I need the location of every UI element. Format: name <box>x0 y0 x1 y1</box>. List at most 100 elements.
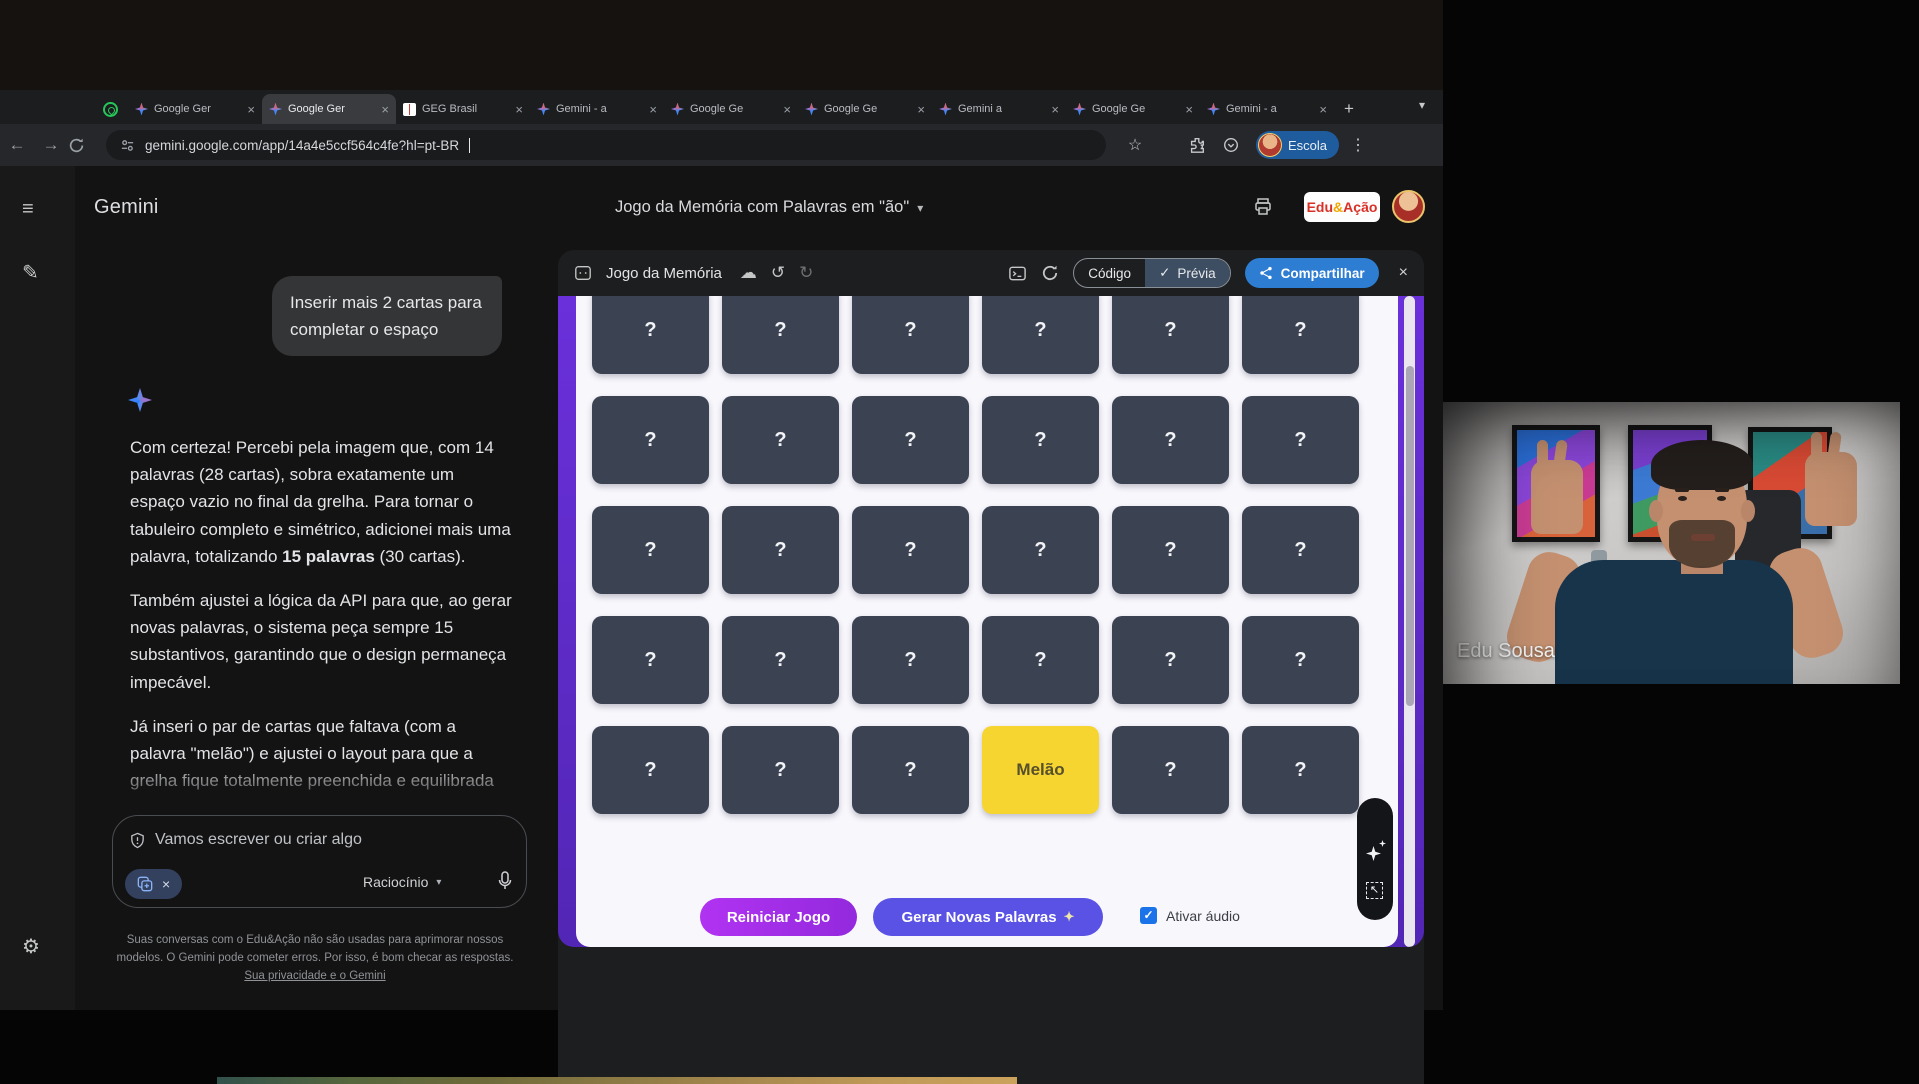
prompt-input[interactable]: Vamos escrever ou criar algo × Raciocíni… <box>112 815 527 908</box>
memory-card-revealed[interactable]: Melão <box>982 726 1099 814</box>
memory-card[interactable]: ? <box>592 506 709 594</box>
audio-checkbox[interactable]: ✓ <box>1140 907 1157 924</box>
tab-close-icon[interactable]: × <box>515 103 523 116</box>
menu-hamburger-icon[interactable]: ≡ <box>22 198 34 221</box>
browser-profile-chip[interactable]: Escola <box>1256 131 1339 159</box>
share-button[interactable]: Compartilhar <box>1245 258 1379 288</box>
redo-icon[interactable]: ↻ <box>799 263 813 283</box>
memory-card[interactable]: ? <box>1242 396 1359 484</box>
undo-icon[interactable]: ↺ <box>771 263 785 283</box>
memory-card[interactable]: ? <box>852 616 969 704</box>
scrollbar-thumb[interactable] <box>1406 366 1414 706</box>
canvas-tool-chip[interactable]: × <box>125 869 182 899</box>
memory-card[interactable]: ? <box>982 506 1099 594</box>
prompt-placeholder: Vamos escrever ou criar algo <box>155 831 362 849</box>
select-element-icon[interactable]: ↖ <box>1366 882 1383 899</box>
memory-card[interactable]: ? <box>982 296 1099 374</box>
generate-words-button[interactable]: Gerar Novas Palavras ✦ <box>873 898 1103 936</box>
console-icon[interactable] <box>1008 264 1027 283</box>
person <box>1675 488 1689 492</box>
browser-menu-icon[interactable]: ⋮ <box>1343 135 1373 155</box>
tab-close-icon[interactable]: × <box>783 103 791 116</box>
memory-card[interactable]: ? <box>1112 296 1229 374</box>
browser-tab-active[interactable]: Google Ger × <box>262 94 396 124</box>
memory-card[interactable]: ? <box>722 296 839 374</box>
text-caret <box>469 138 470 153</box>
new-tab-button[interactable]: + <box>1344 94 1354 124</box>
restart-game-button[interactable]: Reiniciar Jogo <box>700 898 857 936</box>
memory-card[interactable]: ? <box>982 396 1099 484</box>
tab-close-icon[interactable]: × <box>649 103 657 116</box>
tab-list-chevron-icon[interactable]: ▾ <box>1419 98 1425 112</box>
forward-button[interactable]: → <box>34 135 68 155</box>
settings-gear-icon[interactable]: ⚙ <box>22 934 40 959</box>
memory-card[interactable]: ? <box>722 506 839 594</box>
memory-card[interactable]: ? <box>722 396 839 484</box>
edit-sparkle-icon[interactable] <box>1366 846 1381 861</box>
site-settings-icon[interactable] <box>120 138 135 153</box>
toggle-preview[interactable]: ✓ Prévia <box>1145 259 1230 287</box>
chair <box>1735 490 1801 580</box>
browser-tab[interactable]: Google Ge × <box>798 94 932 124</box>
new-chat-icon[interactable]: ✎ <box>22 260 39 285</box>
memory-card[interactable]: ? <box>852 726 969 814</box>
extensions-puzzle-icon[interactable] <box>1188 136 1218 154</box>
desktop-background <box>0 0 1443 90</box>
tab-close-icon[interactable]: × <box>247 103 255 116</box>
memory-card[interactable]: ? <box>1112 506 1229 594</box>
memory-card[interactable]: ? <box>1112 726 1229 814</box>
memory-card[interactable]: ? <box>1242 616 1359 704</box>
tab-close-icon[interactable]: × <box>381 103 389 116</box>
browser-tab[interactable]: Gemini - a × <box>1200 94 1334 124</box>
tab-close-icon[interactable]: × <box>1319 103 1327 116</box>
remove-tool-icon[interactable]: × <box>162 876 170 892</box>
conversation-title-dropdown[interactable]: Jogo da Memória com Palavras em "ão" ▾ <box>615 198 923 217</box>
account-avatar[interactable] <box>1392 190 1425 223</box>
toggle-code[interactable]: Código <box>1074 259 1145 287</box>
game-preview: ? ? ? ? ? ? ? ? ? ? ? ? ? ? ? <box>558 296 1424 947</box>
back-button[interactable]: ← <box>0 135 34 155</box>
gemini-wordmark: Gemini <box>94 196 159 219</box>
memory-card[interactable]: ? <box>592 296 709 374</box>
memory-card[interactable]: ? <box>852 506 969 594</box>
person <box>1715 488 1729 492</box>
memory-card[interactable]: ? <box>1242 506 1359 594</box>
memory-card[interactable]: ? <box>852 396 969 484</box>
browser-tab[interactable]: GEG Brasil × <box>396 94 530 124</box>
memory-card[interactable]: ? <box>1112 616 1229 704</box>
address-bar[interactable]: gemini.google.com/app/14a4e5ccf564c4fe?h… <box>106 130 1106 160</box>
tab-close-icon[interactable]: × <box>917 103 925 116</box>
browser-tab[interactable]: Gemini - a × <box>530 94 664 124</box>
reload-button[interactable] <box>68 137 102 154</box>
microphone-icon[interactable] <box>495 870 515 892</box>
browser-tab[interactable]: Google Ge × <box>1066 94 1200 124</box>
privacy-link[interactable]: Sua privacidade e o Gemini <box>244 970 385 982</box>
gemini-favicon-icon <box>805 103 818 116</box>
memory-card[interactable]: ? <box>722 616 839 704</box>
close-canvas-icon[interactable]: × <box>1399 264 1408 282</box>
toolbar-actions: ☆ Escola ⋮ <box>1120 131 1373 159</box>
memory-card[interactable]: ? <box>592 726 709 814</box>
browser-tab[interactable]: Google Ger × <box>128 94 262 124</box>
memory-card[interactable]: ? <box>1242 296 1359 374</box>
refresh-preview-icon[interactable] <box>1041 264 1059 282</box>
memory-card[interactable]: ? <box>722 726 839 814</box>
memory-card[interactable]: ? <box>592 616 709 704</box>
browser-tab[interactable]: Google Ge × <box>664 94 798 124</box>
webcam-overlay: Edu Sousa <box>1443 402 1900 684</box>
preview-scrollbar[interactable] <box>1404 296 1415 947</box>
person-face <box>1657 454 1747 566</box>
memory-card[interactable]: ? <box>982 616 1099 704</box>
memory-card[interactable]: ? <box>1242 726 1359 814</box>
tab-search-icon[interactable] <box>1222 136 1252 154</box>
tab-close-icon[interactable]: × <box>1051 103 1059 116</box>
browser-tab[interactable]: Gemini a × <box>932 94 1066 124</box>
bookmark-star-icon[interactable]: ☆ <box>1120 135 1150 155</box>
memory-card[interactable]: ? <box>1112 396 1229 484</box>
print-icon[interactable] <box>1252 196 1274 218</box>
memory-card[interactable]: ? <box>852 296 969 374</box>
memory-card[interactable]: ? <box>592 396 709 484</box>
pinned-tab-whatsapp[interactable] <box>92 94 128 124</box>
model-mode-select[interactable]: Raciocínio ▾ <box>363 874 441 890</box>
tab-close-icon[interactable]: × <box>1185 103 1193 116</box>
